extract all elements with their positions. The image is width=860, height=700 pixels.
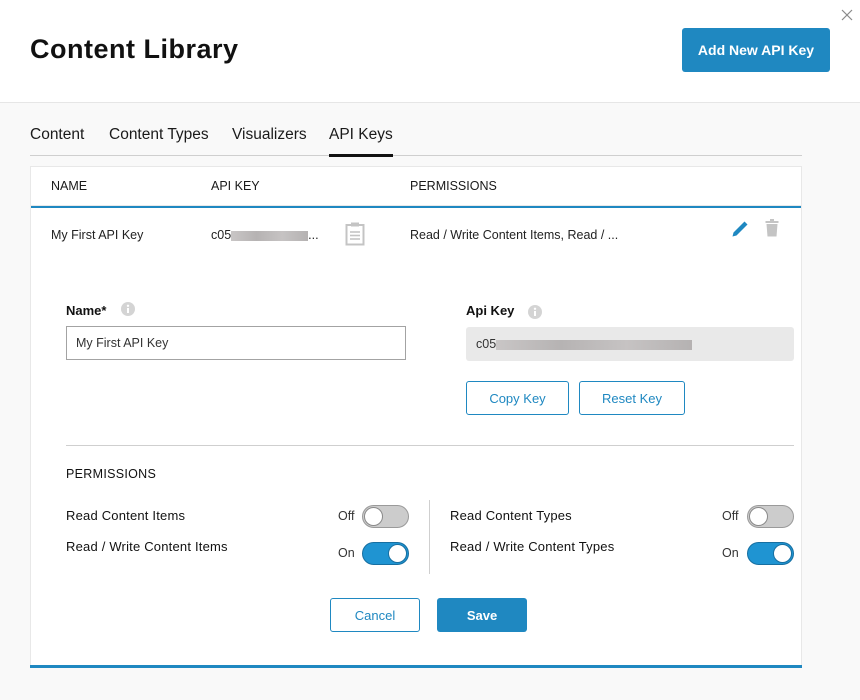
redacted-key [231, 230, 309, 241]
close-icon[interactable] [840, 8, 854, 22]
toggle-state-label: Off [338, 509, 355, 523]
trash-icon[interactable] [765, 219, 779, 237]
toggle-state-label: On [722, 546, 739, 560]
column-separator [429, 500, 430, 574]
permission-label: Read Content Items [66, 508, 186, 523]
column-header-permissions: PERMISSIONS [410, 179, 497, 193]
row-api-key-prefix: c05 [211, 228, 232, 242]
panel-bottom-border [30, 665, 802, 668]
tab-content-types[interactable]: Content Types [109, 126, 209, 156]
header: Content Library Add New API Key [0, 0, 860, 103]
api-key-label: Api Key [466, 303, 515, 318]
cancel-button[interactable]: Cancel [330, 598, 420, 632]
read-write-content-items-toggle[interactable] [362, 542, 409, 565]
toggle-state-label: Off [722, 509, 739, 523]
name-label: Name* [66, 303, 107, 318]
clipboard-icon[interactable] [345, 222, 365, 246]
column-header-name: NAME [51, 179, 88, 193]
row-api-key: c05... [211, 228, 319, 242]
add-new-api-key-button[interactable]: Add New API Key [682, 28, 830, 72]
page-title: Content Library [30, 34, 239, 64]
row-name: My First API Key [51, 228, 144, 242]
api-key-field: c05 [466, 327, 794, 361]
copy-key-button[interactable]: Copy Key [466, 381, 569, 415]
redacted-key [496, 339, 693, 350]
section-divider [66, 445, 794, 446]
name-input[interactable] [66, 326, 406, 360]
tab-bar: Content Content Types Visualizers API Ke… [30, 118, 802, 157]
edit-icon[interactable] [731, 220, 749, 238]
tab-content[interactable]: Content [30, 126, 84, 156]
toggle-state-label: On [338, 546, 355, 560]
row-api-key-ellipsis: ... [308, 228, 319, 242]
permission-label: Read / Write Content Items [66, 539, 228, 554]
read-content-types-toggle[interactable] [747, 505, 794, 528]
column-header-api-key: API KEY [211, 179, 260, 193]
table-header: NAME API KEY PERMISSIONS [31, 167, 801, 205]
reset-key-button[interactable]: Reset Key [579, 381, 685, 415]
api-key-prefix: c05 [476, 337, 497, 351]
info-icon[interactable] [528, 305, 542, 319]
read-content-items-toggle[interactable] [362, 505, 409, 528]
info-icon[interactable] [121, 302, 135, 316]
permission-label: Read Content Types [450, 508, 572, 523]
permission-label: Read / Write Content Types [450, 539, 615, 554]
api-keys-panel: NAME API KEY PERMISSIONS My First API Ke… [30, 166, 802, 668]
row-permissions: Read / Write Content Items, Read / ... [410, 228, 619, 242]
tab-api-keys[interactable]: API Keys [329, 126, 393, 157]
header-divider [31, 205, 801, 208]
permissions-heading: PERMISSIONS [66, 467, 157, 481]
save-button[interactable]: Save [437, 598, 527, 632]
read-write-content-types-toggle[interactable] [747, 542, 794, 565]
tab-visualizers[interactable]: Visualizers [232, 126, 307, 156]
